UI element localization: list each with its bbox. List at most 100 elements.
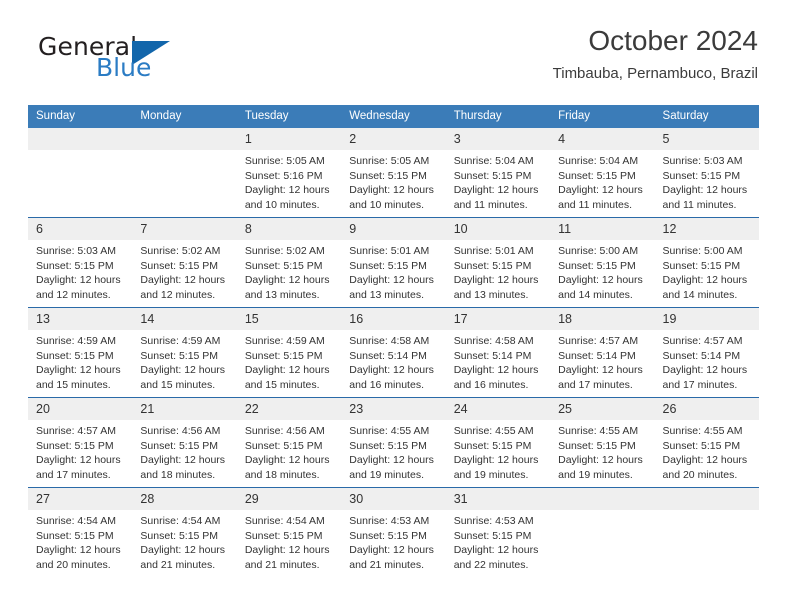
calendar-day-cell-empty	[132, 128, 237, 218]
day-number: 10	[445, 218, 551, 240]
sunrise-text: Sunrise: 5:02 AM	[244, 245, 325, 257]
calendar-day-cell[interactable]: 30 Sunrise: 4:53 AM Sunset: 5:15 PM Dayligh…	[341, 487, 446, 577]
daylight-text-line1: Daylight: 12 hours	[453, 184, 539, 196]
day-number: 6	[28, 218, 133, 240]
calendar-day-cell[interactable]: 15 Sunrise: 4:59 AM Sunset: 5:15 PM Dayligh…	[236, 307, 342, 398]
calendar-day-cell[interactable]: 12 Sunrise: 5:00 AM Sunset: 5:15 PM Dayligh…	[654, 217, 759, 308]
daylight-text-line1: Daylight: 12 hours	[36, 544, 121, 556]
calendar-day-cell[interactable]: 8 Sunrise: 5:02 AM Sunset: 5:15 PM Daylight…	[236, 217, 342, 308]
daylight-text-line1: Daylight: 12 hours	[36, 364, 121, 376]
day-number: 9	[341, 218, 446, 240]
daylight-text-line1: Daylight: 12 hours	[140, 364, 226, 376]
day-details: Sunrise: 5:00 AM Sunset: 5:15 PM Daylight:…	[550, 240, 654, 302]
calendar-day-cell[interactable]: 2 Sunrise: 5:05 AM Sunset: 5:15 PM Daylight…	[341, 128, 446, 218]
day-details: Sunrise: 4:54 AM Sunset: 5:15 PM Daylight:…	[237, 510, 341, 572]
calendar-day-cell[interactable]: 23 Sunrise: 4:55 AM Sunset: 5:15 PM Dayligh…	[341, 397, 446, 488]
calendar-day-cell[interactable]: 17 Sunrise: 4:58 AM Sunset: 5:14 PM Dayligh…	[445, 307, 551, 398]
day-details: Sunrise: 4:54 AM Sunset: 5:15 PM Daylight:…	[132, 510, 236, 572]
calendar-day-cell[interactable]: 11 Sunrise: 5:00 AM Sunset: 5:15 PM Dayligh…	[550, 217, 655, 308]
calendar-day-cell[interactable]: 6 Sunrise: 5:03 AM Sunset: 5:15 PM Daylight…	[28, 217, 133, 308]
sunset-text: Sunset: 5:15 PM	[453, 529, 532, 542]
day-number	[28, 128, 133, 150]
day-number: 12	[654, 218, 759, 240]
day-number: 27	[28, 488, 133, 510]
day-number: 2	[341, 128, 446, 150]
calendar-grid: Sunday Monday Tuesday Wednesday Thursday…	[28, 105, 759, 577]
day-number	[550, 488, 655, 510]
sunset-text: Sunset: 5:15 PM	[662, 169, 741, 182]
calendar-day-cell[interactable]: 24 Sunrise: 4:55 AM Sunset: 5:15 PM Dayligh…	[445, 397, 551, 488]
day-number: 22	[236, 398, 342, 420]
day-number: 1	[236, 128, 342, 150]
weekday-header-tuesday: Tuesday	[236, 105, 342, 128]
calendar-day-cell[interactable]: 25 Sunrise: 4:55 AM Sunset: 5:15 PM Dayligh…	[550, 397, 655, 488]
daylight-text-line2: and 13 minutes.	[349, 288, 424, 301]
day-details: Sunrise: 4:58 AM Sunset: 5:14 PM Daylight:…	[446, 330, 550, 392]
daylight-text-line2: and 14 minutes.	[662, 288, 738, 301]
day-number: 28	[132, 488, 237, 510]
general-blue-logo[interactable]: General Blue	[38, 32, 218, 88]
page-title: October 2024	[588, 25, 758, 56]
day-details: Sunrise: 4:59 AM Sunset: 5:15 PM Daylight:…	[132, 330, 236, 392]
calendar-day-cell[interactable]: 16 Sunrise: 4:58 AM Sunset: 5:14 PM Dayligh…	[341, 307, 446, 398]
day-details: Sunrise: 5:00 AM Sunset: 5:15 PM Daylight:…	[655, 240, 759, 302]
calendar-body: 1 Sunrise: 5:05 AM Sunset: 5:16 PM Daylight…	[28, 128, 759, 577]
sunset-text: Sunset: 5:14 PM	[453, 349, 532, 362]
sunrise-text: Sunrise: 4:58 AM	[453, 335, 534, 347]
daylight-text-line2: and 10 minutes.	[349, 198, 424, 211]
calendar-day-cell[interactable]: 18 Sunrise: 4:57 AM Sunset: 5:14 PM Dayligh…	[550, 307, 655, 398]
sunset-text: Sunset: 5:15 PM	[558, 439, 636, 452]
calendar-day-cell[interactable]: 31 Sunrise: 4:53 AM Sunset: 5:15 PM Dayligh…	[445, 487, 551, 577]
daylight-text-line2: and 12 minutes.	[36, 288, 111, 301]
day-number: 11	[550, 218, 655, 240]
calendar-day-cell[interactable]: 4 Sunrise: 5:04 AM Sunset: 5:15 PM Daylight…	[550, 128, 655, 218]
calendar-day-cell[interactable]: 5 Sunrise: 5:03 AM Sunset: 5:15 PM Daylight…	[654, 128, 759, 218]
day-number: 23	[341, 398, 446, 420]
calendar-day-cell[interactable]: 26 Sunrise: 4:55 AM Sunset: 5:15 PM Dayligh…	[654, 397, 759, 488]
daylight-text-line1: Daylight: 12 hours	[244, 544, 330, 556]
day-details: Sunrise: 4:53 AM Sunset: 5:15 PM Daylight:…	[446, 510, 550, 572]
calendar-day-cell[interactable]: 3 Sunrise: 5:04 AM Sunset: 5:15 PM Daylight…	[445, 128, 551, 218]
day-details: Sunrise: 5:02 AM Sunset: 5:15 PM Daylight:…	[132, 240, 236, 302]
calendar-day-cell[interactable]: 13 Sunrise: 4:59 AM Sunset: 5:15 PM Dayligh…	[28, 307, 133, 398]
calendar-day-cell[interactable]: 28 Sunrise: 4:54 AM Sunset: 5:15 PM Dayligh…	[132, 487, 237, 577]
sunset-text: Sunset: 5:15 PM	[36, 259, 114, 272]
sunrise-text: Sunrise: 4:55 AM	[558, 425, 639, 437]
calendar-day-cell[interactable]: 10 Sunrise: 5:01 AM Sunset: 5:15 PM Dayligh…	[445, 217, 551, 308]
sunset-text: Sunset: 5:15 PM	[244, 439, 323, 452]
sunset-text: Sunset: 5:15 PM	[140, 529, 219, 542]
calendar-day-cell[interactable]: 9 Sunrise: 5:01 AM Sunset: 5:15 PM Daylight…	[341, 217, 446, 308]
calendar-day-cell[interactable]: 29 Sunrise: 4:54 AM Sunset: 5:15 PM Dayligh…	[236, 487, 342, 577]
sunrise-text: Sunrise: 4:55 AM	[662, 425, 743, 437]
daylight-text-line2: and 13 minutes.	[244, 288, 320, 301]
calendar-day-cell[interactable]: 7 Sunrise: 5:02 AM Sunset: 5:15 PM Daylight…	[132, 217, 237, 308]
day-number: 13	[28, 308, 133, 330]
calendar-day-cell[interactable]: 1 Sunrise: 5:05 AM Sunset: 5:16 PM Daylight…	[236, 128, 342, 218]
calendar-day-cell[interactable]: 19 Sunrise: 4:57 AM Sunset: 5:14 PM Dayligh…	[654, 307, 759, 398]
calendar-day-cell[interactable]: 14 Sunrise: 4:59 AM Sunset: 5:15 PM Dayligh…	[132, 307, 237, 398]
daylight-text-line2: and 20 minutes.	[662, 468, 738, 481]
sunrise-text: Sunrise: 4:54 AM	[244, 515, 325, 527]
daylight-text-line2: and 20 minutes.	[36, 558, 111, 571]
calendar-day-cell[interactable]: 27 Sunrise: 4:54 AM Sunset: 5:15 PM Dayligh…	[28, 487, 133, 577]
day-number: 30	[341, 488, 446, 510]
sunrise-text: Sunrise: 4:57 AM	[558, 335, 639, 347]
daylight-text-line2: and 14 minutes.	[558, 288, 633, 301]
day-details: Sunrise: 5:03 AM Sunset: 5:15 PM Daylight:…	[655, 150, 759, 212]
sunset-text: Sunset: 5:15 PM	[662, 259, 741, 272]
day-number: 25	[550, 398, 655, 420]
calendar-header-row: Sunday Monday Tuesday Wednesday Thursday…	[28, 105, 759, 128]
day-details: Sunrise: 4:59 AM Sunset: 5:15 PM Daylight:…	[28, 330, 132, 392]
sunset-text: Sunset: 5:15 PM	[244, 349, 323, 362]
calendar-week-row: 6 Sunrise: 5:03 AM Sunset: 5:15 PM Daylight…	[28, 217, 759, 308]
sunset-text: Sunset: 5:15 PM	[453, 439, 532, 452]
calendar-day-cell[interactable]: 20 Sunrise: 4:57 AM Sunset: 5:15 PM Dayligh…	[28, 397, 133, 488]
calendar-day-cell[interactable]: 21 Sunrise: 4:56 AM Sunset: 5:15 PM Dayligh…	[132, 397, 237, 488]
sunset-text: Sunset: 5:15 PM	[662, 439, 741, 452]
daylight-text-line1: Daylight: 12 hours	[349, 184, 434, 196]
calendar-week-row: 27 Sunrise: 4:54 AM Sunset: 5:15 PM Dayligh…	[28, 487, 759, 577]
calendar-day-cell[interactable]: 22 Sunrise: 4:56 AM Sunset: 5:15 PM Dayligh…	[236, 397, 342, 488]
sunset-text: Sunset: 5:14 PM	[558, 349, 636, 362]
sunrise-text: Sunrise: 4:58 AM	[349, 335, 430, 347]
sunset-text: Sunset: 5:15 PM	[349, 439, 427, 452]
